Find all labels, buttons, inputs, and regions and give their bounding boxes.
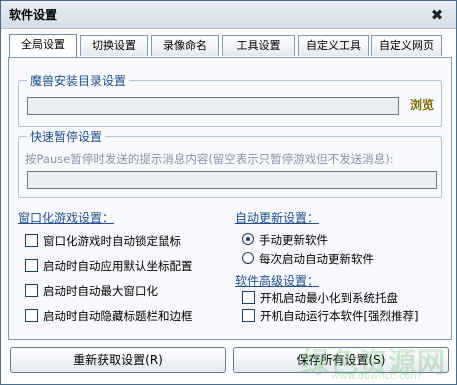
checkbox[interactable] bbox=[25, 309, 38, 322]
window-mode-label: 窗口化游戏设置： bbox=[18, 211, 115, 225]
check-startup-tray[interactable]: 开机启动最小化到系统托盘 bbox=[242, 290, 398, 306]
install-dir-title: 魔兽安装目录设置 bbox=[27, 72, 130, 89]
checkbox[interactable] bbox=[25, 259, 38, 272]
window-title: 软件设置 bbox=[9, 8, 58, 22]
radio-manual-update[interactable]: 手动更新软件 bbox=[242, 232, 328, 248]
install-dir-group: 魔兽安装目录设置 浏览 bbox=[18, 72, 442, 127]
check-label: 开机自动运行本软件[强烈推荐] bbox=[260, 309, 419, 323]
check-label: 启动时自动最大窗口化 bbox=[43, 284, 158, 298]
pause-group: 快速暂停设置 按Pause暂停时发送的提示消息内容(留空表示只暂停游戏但不发送消… bbox=[18, 128, 442, 198]
radio-label: 手动更新软件 bbox=[259, 233, 328, 247]
advanced-label: 软件高级设置： bbox=[235, 274, 320, 288]
save-settings-button[interactable]: 保存所有设置(S) bbox=[233, 347, 449, 373]
check-label: 开机启动最小化到系统托盘 bbox=[260, 291, 398, 305]
checkbox[interactable] bbox=[25, 234, 38, 247]
pause-hint: 按Pause暂停时发送的提示消息内容(留空表示只暂停游戏但不发送消息): bbox=[25, 152, 394, 166]
checkbox[interactable] bbox=[242, 309, 255, 322]
settings-panel: 魔兽安装目录设置 浏览 快速暂停设置 按Pause暂停时发送的提示消息内容(留空… bbox=[8, 57, 452, 340]
tab-custom-tools[interactable]: 自定义工具 bbox=[298, 35, 369, 56]
settings-window: 软件设置 ✖ 全局设置 切换设置 录像命名 工具设置 自定义工具 自定义网页 魔… bbox=[0, 0, 457, 385]
checkbox[interactable] bbox=[25, 284, 38, 297]
check-lock-mouse[interactable]: 窗口化游戏时自动锁定鼠标 bbox=[25, 233, 181, 249]
tab-custom-web[interactable]: 自定义网页 bbox=[371, 35, 442, 56]
radio-label: 每次启动自动更新软件 bbox=[259, 252, 374, 266]
check-label: 窗口化游戏时自动锁定鼠标 bbox=[43, 234, 181, 248]
check-hide-titlebar[interactable]: 启动时自动隐藏标题栏和边框 bbox=[25, 308, 193, 324]
tab-tool-settings[interactable]: 工具设置 bbox=[222, 35, 295, 56]
auto-update-label: 自动更新设置： bbox=[235, 211, 320, 225]
tab-replay-naming[interactable]: 录像命名 bbox=[151, 35, 219, 56]
title-bar: 软件设置 ✖ bbox=[1, 1, 456, 29]
close-icon[interactable]: ✖ bbox=[429, 7, 445, 23]
tab-global-settings[interactable]: 全局设置 bbox=[9, 34, 77, 57]
tab-switch-settings[interactable]: 切换设置 bbox=[80, 35, 148, 56]
check-max-window[interactable]: 启动时自动最大窗口化 bbox=[25, 283, 158, 299]
pause-title: 快速暂停设置 bbox=[27, 128, 106, 145]
radio-auto-update[interactable]: 每次启动自动更新软件 bbox=[242, 251, 374, 267]
check-label: 启动时自动应用默认坐标配置 bbox=[43, 259, 193, 273]
install-dir-input[interactable] bbox=[27, 97, 399, 115]
check-autorun[interactable]: 开机自动运行本软件[强烈推荐] bbox=[242, 308, 418, 324]
checkbox[interactable] bbox=[242, 291, 255, 304]
radio-button[interactable] bbox=[242, 252, 254, 264]
radio-button[interactable] bbox=[242, 233, 254, 245]
reload-settings-button[interactable]: 重新获取设置(R) bbox=[10, 347, 226, 373]
check-default-coords[interactable]: 启动时自动应用默认坐标配置 bbox=[25, 258, 193, 274]
check-label: 启动时自动隐藏标题栏和边框 bbox=[43, 309, 193, 323]
browse-button[interactable]: 浏览 bbox=[410, 96, 434, 113]
pause-message-input[interactable] bbox=[27, 171, 437, 189]
